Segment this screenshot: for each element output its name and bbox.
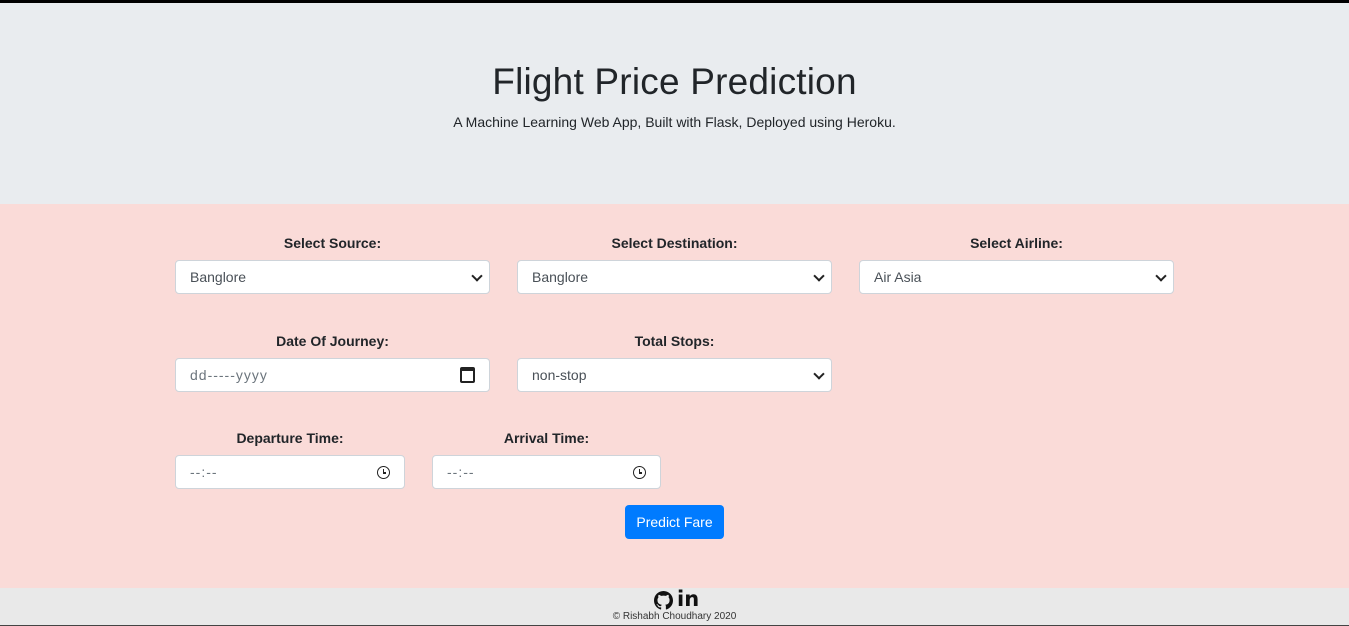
date-input[interactable]: dd-----yyyy <box>175 358 490 392</box>
chevron-down-icon <box>471 270 483 282</box>
page-title: Flight Price Prediction <box>492 61 857 102</box>
arrival-field: Arrival Time: --:-- <box>432 430 661 489</box>
airline-select[interactable]: Air Asia <box>859 260 1174 294</box>
stops-field: Total Stops: non-stop <box>517 333 832 392</box>
destination-value: Banglore <box>532 269 589 285</box>
destination-label: Select Destination: <box>611 235 738 251</box>
github-icon[interactable] <box>654 591 673 610</box>
source-select[interactable]: Banglore <box>175 260 490 294</box>
arrival-label: Arrival Time: <box>503 430 590 446</box>
footer: in © Rishabh Choudhary 2020 <box>0 587 1349 626</box>
date-field: Date Of Journey: dd-----yyyy <box>175 333 490 392</box>
departure-placeholder: --:-- <box>190 464 218 480</box>
header: Flight Price Prediction A Machine Learni… <box>0 3 1349 204</box>
source-value: Banglore <box>190 269 247 285</box>
destination-select[interactable]: Banglore <box>517 260 832 294</box>
departure-time-input[interactable]: --:-- <box>175 455 405 489</box>
chevron-down-icon <box>1155 270 1167 282</box>
arrival-time-input[interactable]: --:-- <box>432 455 661 489</box>
departure-label: Departure Time: <box>236 430 344 446</box>
chevron-down-icon <box>813 270 825 282</box>
linkedin-icon[interactable]: in <box>677 587 699 611</box>
clock-icon[interactable] <box>377 466 390 479</box>
stops-label: Total Stops: <box>634 333 715 349</box>
airline-value: Air Asia <box>874 269 922 285</box>
airline-label: Select Airline: <box>970 235 1063 251</box>
clock-icon[interactable] <box>633 466 646 479</box>
date-placeholder: dd-----yyyy <box>190 367 268 383</box>
calendar-icon[interactable] <box>460 367 475 383</box>
airline-field: Select Airline: Air Asia <box>859 235 1174 294</box>
arrival-placeholder: --:-- <box>447 464 475 480</box>
destination-field: Select Destination: Banglore <box>517 235 832 294</box>
source-label: Select Source: <box>283 235 382 251</box>
prediction-form: Select Source: Banglore Select Destinati… <box>0 204 1349 588</box>
date-label: Date Of Journey: <box>276 333 389 349</box>
page-subtitle: A Machine Learning Web App, Built with F… <box>453 114 896 130</box>
source-field: Select Source: Banglore <box>175 235 490 294</box>
departure-field: Departure Time: --:-- <box>175 430 405 489</box>
stops-select[interactable]: non-stop <box>517 358 832 392</box>
social-links: in <box>0 587 1349 611</box>
chevron-down-icon <box>813 368 825 380</box>
predict-fare-button[interactable]: Predict Fare <box>625 505 724 539</box>
copyright-text: © Rishabh Choudhary 2020 <box>612 611 737 622</box>
stops-value: non-stop <box>532 367 587 383</box>
